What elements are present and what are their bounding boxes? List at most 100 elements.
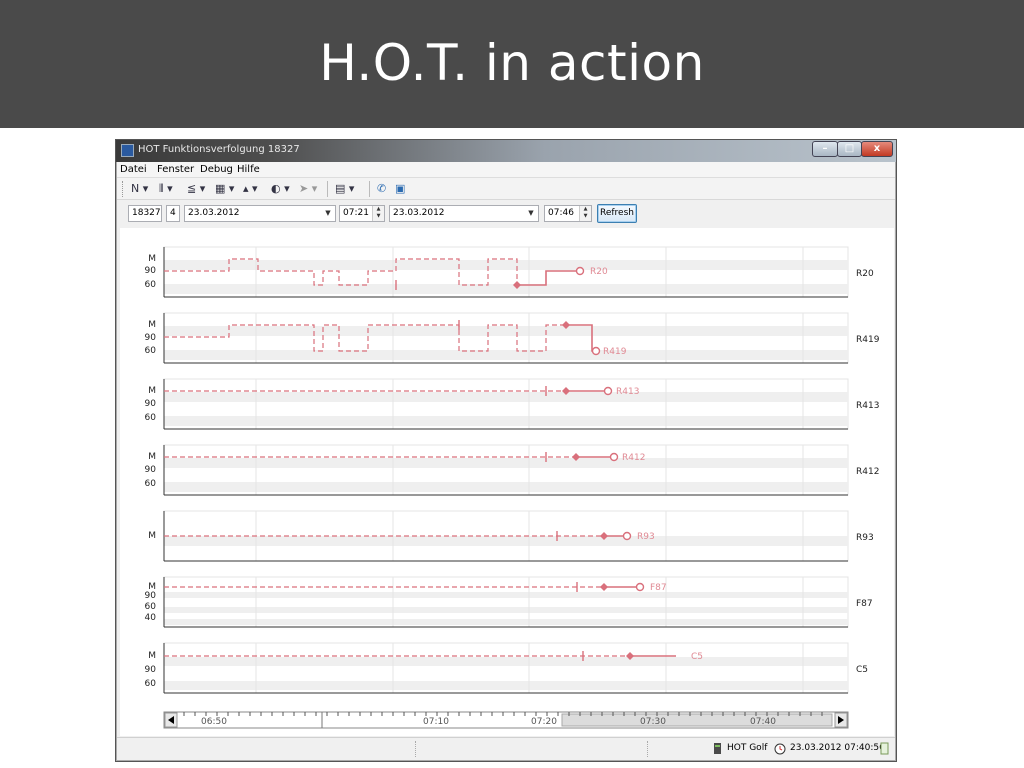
series-end-label: R412 (622, 453, 645, 463)
lane-band (164, 536, 848, 546)
y-tick-label: 60 (145, 679, 157, 689)
toolbar: N ▾ ⫴ ▾ ≦ ▾ ▦ ▾ ▴ ▾ ◐ ▾ ➤ ▾ ▤ ▾ ✆ ▣ (117, 178, 895, 200)
toolbar-separator (369, 181, 370, 197)
lane-band (164, 592, 848, 598)
y-tick-label: 60 (145, 413, 157, 423)
count-field[interactable]: 4 (166, 205, 180, 222)
lane-name-label: R93 (856, 533, 874, 543)
calendar-icon[interactable]: ▣ (395, 181, 409, 197)
toolbar-separator (327, 181, 328, 197)
cursor-icon[interactable]: N ▾ (131, 181, 159, 197)
end-marker (622, 531, 632, 541)
y-tick-label: 60 (145, 602, 157, 612)
to-time-stepper[interactable]: 07:46 ▲ ▼ (544, 205, 592, 222)
refresh-button[interactable]: Refresh (597, 204, 637, 223)
lane-icon[interactable]: ⫴ ▾ (159, 181, 185, 197)
series-end-label: C5 (691, 652, 703, 662)
battery-icon (880, 742, 889, 755)
server-icon (714, 743, 721, 754)
lane-band (164, 326, 848, 336)
from-date-value: 23.03.2012 (188, 208, 240, 218)
lane-band (164, 657, 848, 666)
spin-icon[interactable]: ▲ ▼ (372, 206, 384, 221)
y-tick-label: M (148, 651, 156, 661)
lane-name-label: R419 (856, 335, 880, 345)
grid-icon[interactable]: ▦ ▾ (215, 181, 241, 197)
y-tick-label: M (148, 386, 156, 396)
marker-icon[interactable]: ▴ ▾ (243, 181, 269, 197)
end-marker (603, 386, 613, 396)
maximize-button[interactable]: □ (837, 141, 862, 157)
lane-name-label: C5 (856, 665, 868, 675)
chevron-down-icon[interactable]: ▼ (524, 206, 538, 221)
app-icon (121, 144, 134, 157)
series-end-label: R413 (616, 387, 639, 397)
lane-band (164, 350, 848, 360)
y-tick-label: 60 (145, 346, 157, 356)
series-end-label: F87 (650, 583, 667, 593)
pie-icon[interactable]: ◐ ▾ (271, 181, 297, 197)
y-tick-label: M (148, 452, 156, 462)
series-end-label: R20 (590, 267, 608, 277)
lane-band (164, 392, 848, 402)
series-end-label: R93 (637, 532, 655, 542)
y-tick-label: 90 (145, 399, 157, 409)
minimize-button[interactable]: – (812, 141, 838, 157)
lane-name-label: R412 (856, 467, 879, 477)
from-date-select[interactable]: 23.03.2012 ▼ (184, 205, 336, 222)
chart-area: M 90 60 R20 R20 M 90 60 R419 R419 M 90 60 R413 R413 M 90… (120, 228, 894, 736)
slide-title: H.O.T. in action (319, 34, 705, 92)
clock-icon (774, 743, 786, 755)
menu-debug[interactable]: Debug (200, 164, 233, 175)
minimize-icon: – (822, 143, 828, 154)
lane-name-label: R20 (856, 269, 874, 279)
lane-band (164, 681, 848, 690)
end-marker (591, 346, 601, 356)
chevron-down-icon[interactable]: ▼ (321, 206, 335, 221)
filter-bar: 18327 4 23.03.2012 ▼ 07:21 ▲ ▼ 23.03.2012 ▼ … (117, 200, 895, 228)
lane-band (164, 416, 848, 426)
y-tick-label: M (148, 254, 156, 264)
y-tick-label: 60 (145, 479, 157, 489)
status-datetime: 23.03.2012 07:40:56 (790, 743, 885, 753)
layout-icon[interactable]: ▤ ▾ (335, 181, 363, 197)
window-titlebar[interactable]: HOT Funktionsverfolgung 18327 – □ x (116, 140, 896, 162)
status-system: HOT Golf (727, 743, 768, 753)
menubar: Datei Fenster Debug Hilfe (117, 162, 895, 178)
y-tick-label: 90 (145, 266, 157, 276)
line-style-icon[interactable]: ≦ ▾ (187, 181, 213, 197)
end-marker (635, 582, 645, 592)
end-marker (609, 452, 619, 462)
phone-icon[interactable]: ✆ (377, 181, 391, 197)
to-time-value: 07:46 (548, 208, 574, 218)
lane-name-label: R413 (856, 401, 879, 411)
statusbar: HOT Golf 23.03.2012 07:40:56 (117, 737, 895, 759)
end-marker (575, 266, 585, 276)
lane-band (164, 284, 848, 294)
y-tick-label: 60 (145, 280, 157, 290)
menu-hilfe[interactable]: Hilfe (237, 164, 260, 175)
menu-datei[interactable]: Datei (120, 164, 147, 175)
status-separator (415, 741, 416, 757)
status-separator (647, 741, 648, 757)
toolbar-grip[interactable] (122, 181, 124, 197)
spin-icon[interactable]: ▲ ▼ (579, 206, 591, 221)
from-time-value: 07:21 (343, 208, 369, 218)
series-end-label: R419 (603, 347, 627, 357)
x-tick-label: 07:20 (531, 717, 557, 727)
y-tick-label: 90 (145, 591, 157, 601)
to-date-select[interactable]: 23.03.2012 ▼ (389, 205, 539, 222)
arrow-icon[interactable]: ➤ ▾ (299, 181, 325, 197)
y-tick-label: 40 (145, 613, 157, 623)
lane-band (164, 607, 848, 613)
y-tick-label: 90 (145, 465, 157, 475)
x-tick-label: 06:50 (201, 717, 227, 727)
close-button[interactable]: x (861, 141, 893, 157)
menu-fenster[interactable]: Fenster (157, 164, 194, 175)
lane-band (164, 260, 848, 270)
id-field[interactable]: 18327 (128, 205, 162, 222)
y-tick-label: M (148, 531, 156, 541)
y-tick-label: M (148, 320, 156, 330)
to-date-value: 23.03.2012 (393, 208, 445, 218)
from-time-stepper[interactable]: 07:21 ▲ ▼ (339, 205, 385, 222)
